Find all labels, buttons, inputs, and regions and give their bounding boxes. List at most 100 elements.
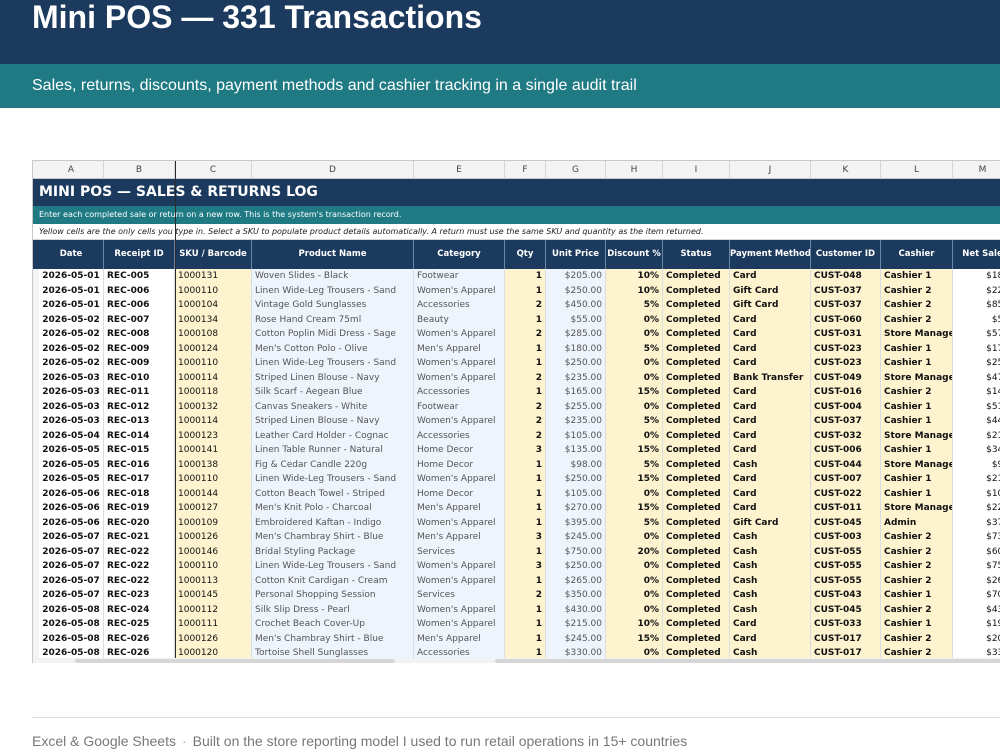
- column-header[interactable]: Net Sale: [953, 240, 1000, 269]
- column-header[interactable]: Cashier: [881, 240, 953, 269]
- table-cell[interactable]: 2: [505, 588, 546, 603]
- column-letter[interactable]: L: [881, 161, 953, 179]
- table-cell[interactable]: REC-017: [104, 472, 175, 487]
- table-cell[interactable]: 1000145: [175, 588, 252, 603]
- table-cell[interactable]: Card: [730, 631, 811, 646]
- table-cell[interactable]: $700: [953, 588, 1000, 603]
- table-cell[interactable]: Linen Wide-Leg Trousers - Sand: [252, 472, 414, 487]
- table-cell[interactable]: 1: [505, 544, 546, 559]
- table-cell[interactable]: $205.00: [546, 269, 606, 284]
- table-cell[interactable]: Personal Shopping Session: [252, 588, 414, 603]
- table-cell[interactable]: Embroidered Kaftan - Indigo: [252, 515, 414, 530]
- table-cell[interactable]: $750.00: [546, 544, 606, 559]
- table-cell[interactable]: 2026-05-03: [39, 385, 104, 400]
- table-cell[interactable]: $600: [953, 544, 1000, 559]
- table-cell[interactable]: Men's Cotton Polo - Olive: [252, 341, 414, 356]
- table-cell[interactable]: Striped Linen Blouse - Navy: [252, 370, 414, 385]
- table-cell[interactable]: Cashier 2: [881, 631, 953, 646]
- table-cell[interactable]: 5%: [606, 341, 663, 356]
- table-cell[interactable]: REC-007: [104, 312, 175, 327]
- table-cell[interactable]: Linen Wide-Leg Trousers - Sand: [252, 283, 414, 298]
- table-cell[interactable]: $180.00: [546, 341, 606, 356]
- table-cell[interactable]: 2026-05-02: [39, 341, 104, 356]
- table-cell[interactable]: REC-010: [104, 370, 175, 385]
- table-cell[interactable]: Vintage Gold Sunglasses: [252, 298, 414, 313]
- table-cell[interactable]: 1: [505, 269, 546, 284]
- column-letter[interactable]: I: [663, 161, 730, 179]
- table-cell[interactable]: 20%: [606, 544, 663, 559]
- table-cell[interactable]: Completed: [663, 515, 730, 530]
- table-cell[interactable]: Women's Apparel: [414, 327, 505, 342]
- table-cell[interactable]: Linen Wide-Leg Trousers - Sand: [252, 356, 414, 371]
- table-cell[interactable]: $250.00: [546, 559, 606, 574]
- table-cell[interactable]: Cashier 1: [881, 443, 953, 458]
- table-cell[interactable]: 2026-05-01: [39, 283, 104, 298]
- table-cell[interactable]: $171: [953, 341, 1000, 356]
- table-cell[interactable]: $375: [953, 515, 1000, 530]
- table-cell[interactable]: $165.00: [546, 385, 606, 400]
- table-cell[interactable]: Bridal Styling Package: [252, 544, 414, 559]
- table-cell[interactable]: 1: [505, 283, 546, 298]
- table-cell[interactable]: Cash: [730, 544, 811, 559]
- table-cell[interactable]: 1: [505, 515, 546, 530]
- table-cell[interactable]: Cashier 2: [881, 602, 953, 617]
- table-cell[interactable]: 2026-05-05: [39, 457, 104, 472]
- table-cell[interactable]: Completed: [663, 602, 730, 617]
- table-cell[interactable]: REC-018: [104, 486, 175, 501]
- table-cell[interactable]: 1: [505, 602, 546, 617]
- table-cell[interactable]: 1000138: [175, 457, 252, 472]
- table-cell[interactable]: Footwear: [414, 399, 505, 414]
- table-cell[interactable]: $470: [953, 370, 1000, 385]
- table-cell[interactable]: CUST-045: [811, 602, 881, 617]
- table-cell[interactable]: $285.00: [546, 327, 606, 342]
- table-cell[interactable]: Cashier 1: [881, 588, 953, 603]
- table-cell[interactable]: Beauty: [414, 312, 505, 327]
- table-cell[interactable]: $570: [953, 327, 1000, 342]
- column-letter[interactable]: J: [730, 161, 811, 179]
- table-cell[interactable]: REC-006: [104, 298, 175, 313]
- column-letter[interactable]: M: [953, 161, 1000, 179]
- table-cell[interactable]: 0%: [606, 559, 663, 574]
- table-cell[interactable]: CUST-043: [811, 588, 881, 603]
- table-cell[interactable]: Completed: [663, 617, 730, 632]
- table-cell[interactable]: REC-013: [104, 414, 175, 429]
- column-header[interactable]: Product Name: [252, 240, 414, 269]
- table-cell[interactable]: 2026-05-04: [39, 428, 104, 443]
- table-cell[interactable]: 2: [505, 414, 546, 429]
- table-cell[interactable]: $250: [953, 356, 1000, 371]
- table-cell[interactable]: 2026-05-03: [39, 414, 104, 429]
- table-cell[interactable]: 2026-05-05: [39, 443, 104, 458]
- table-cell[interactable]: Completed: [663, 414, 730, 429]
- column-letter[interactable]: K: [811, 161, 881, 179]
- table-cell[interactable]: 2026-05-06: [39, 501, 104, 516]
- table-cell[interactable]: $735: [953, 530, 1000, 545]
- table-cell[interactable]: 15%: [606, 385, 663, 400]
- table-cell[interactable]: Completed: [663, 501, 730, 516]
- table-cell[interactable]: $235.00: [546, 370, 606, 385]
- table-cell[interactable]: REC-006: [104, 283, 175, 298]
- table-cell[interactable]: Completed: [663, 341, 730, 356]
- table-cell[interactable]: $350.00: [546, 588, 606, 603]
- table-cell[interactable]: Completed: [663, 573, 730, 588]
- table-cell[interactable]: CUST-037: [811, 298, 881, 313]
- table-cell[interactable]: REC-026: [104, 631, 175, 646]
- column-letter[interactable]: H: [606, 161, 663, 179]
- table-cell[interactable]: 2: [505, 327, 546, 342]
- table-cell[interactable]: Cash: [730, 588, 811, 603]
- table-cell[interactable]: 15%: [606, 501, 663, 516]
- table-cell[interactable]: 10%: [606, 269, 663, 284]
- table-cell[interactable]: 1000131: [175, 269, 252, 284]
- table-cell[interactable]: REC-021: [104, 530, 175, 545]
- table-cell[interactable]: Cashier 2: [881, 298, 953, 313]
- table-cell[interactable]: 3: [505, 443, 546, 458]
- table-cell[interactable]: CUST-060: [811, 312, 881, 327]
- horizontal-scrollbar[interactable]: [33, 658, 1000, 663]
- table-cell[interactable]: REC-025: [104, 617, 175, 632]
- table-cell[interactable]: Cashier 1: [881, 269, 953, 284]
- table-cell[interactable]: Crochet Beach Cover-Up: [252, 617, 414, 632]
- table-cell[interactable]: $855: [953, 298, 1000, 313]
- column-header[interactable]: Discount %: [606, 240, 663, 269]
- table-cell[interactable]: Gift Card: [730, 298, 811, 313]
- table-cell[interactable]: 1000118: [175, 385, 252, 400]
- table-cell[interactable]: Men's Apparel: [414, 501, 505, 516]
